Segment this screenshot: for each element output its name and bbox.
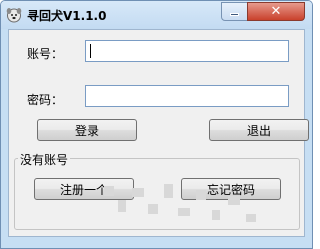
- login-button[interactable]: 登录: [37, 119, 137, 141]
- client-area: 账号： 密码： 登录 退出 没有账号 注册一个 忘记密码: [8, 29, 309, 237]
- dog-face-icon: [6, 8, 22, 23]
- minimize-icon: [230, 13, 239, 16]
- close-button[interactable]: ✕: [247, 2, 305, 21]
- password-input[interactable]: [85, 85, 289, 107]
- account-label: 账号：: [27, 47, 64, 61]
- account-input[interactable]: [85, 40, 289, 62]
- exit-button[interactable]: 退出: [209, 119, 309, 141]
- login-window: 寻回犬V1.1.0 ✕ 账号： 密码： 登录 退出 没有账号 注册一个 忘记密码: [0, 0, 313, 249]
- window-title: 寻回犬V1.1.0: [27, 9, 107, 23]
- close-icon: ✕: [270, 4, 282, 19]
- minimize-button[interactable]: [221, 2, 248, 21]
- password-label: 密码：: [27, 93, 64, 107]
- no-account-legend: 没有账号: [18, 151, 71, 168]
- watermark-mosaic: [104, 180, 264, 228]
- text-caret: [90, 44, 91, 58]
- title-bar[interactable]: 寻回犬V1.1.0 ✕: [1, 1, 312, 29]
